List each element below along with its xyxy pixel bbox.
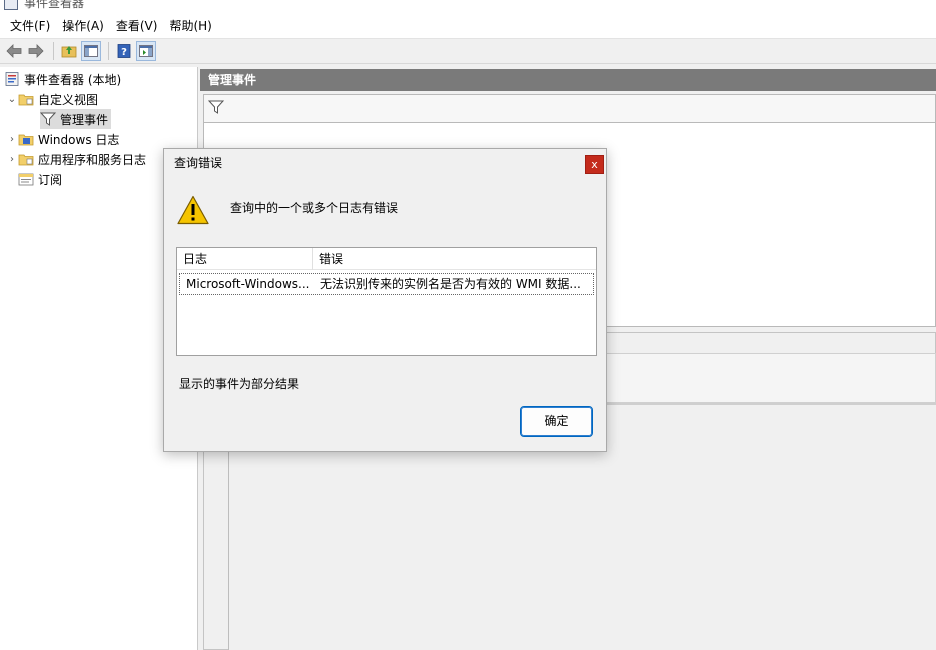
log-folder-icon <box>18 132 34 146</box>
menu-action[interactable]: 操作(A) <box>56 15 110 38</box>
tree-item-label: 订阅 <box>38 172 63 187</box>
toolbar-separator <box>108 42 109 60</box>
warning-icon <box>177 195 209 225</box>
menu-view[interactable]: 查看(V) <box>110 15 164 38</box>
menu-file[interactable]: 文件(F) <box>4 15 56 38</box>
table-cell-error: 无法识别传来的实例名是否为有效的 WMI 数据... <box>320 277 581 291</box>
title-bar: 事件查看器 <box>0 0 936 15</box>
query-error-dialog: 查询错误 x 查询中的一个或多个日志有错误 日志 错误 Microsoft-Wi… <box>163 148 607 452</box>
tree-item-label: 管理事件 <box>60 112 109 127</box>
close-button[interactable]: x <box>585 155 604 174</box>
forward-arrow-icon[interactable] <box>26 41 46 61</box>
menu-bar: 文件(F) 操作(A) 查看(V) 帮助(H) <box>0 15 936 38</box>
folder-icon <box>18 152 34 166</box>
tree-item-custom-views[interactable]: ⌄ 自定义视图 <box>6 89 98 109</box>
subscription-icon <box>18 172 34 186</box>
svg-text:?: ? <box>121 47 127 58</box>
table-cell-log: Microsoft-Windows... <box>186 277 310 291</box>
tree-item-admin-events[interactable]: 管理事件 <box>40 109 112 129</box>
folder-icon <box>18 92 34 106</box>
filter-bar <box>203 94 936 122</box>
toolbar-separator <box>53 42 54 60</box>
folder-up-icon[interactable] <box>59 41 79 61</box>
window-title: 事件查看器 <box>24 0 85 10</box>
tree-item-windows-logs[interactable]: › Windows 日志 <box>6 129 119 149</box>
action-pane-icon[interactable] <box>136 41 156 61</box>
chevron-right-icon[interactable]: › <box>6 154 18 165</box>
help-icon[interactable]: ? <box>114 41 134 61</box>
show-hide-tree-icon[interactable] <box>81 41 101 61</box>
tree-item-label: 自定义视图 <box>38 92 99 107</box>
tree-item-root[interactable]: 事件查看器 (本地) <box>4 69 121 89</box>
dialog-message: 查询中的一个或多个日志有错误 <box>230 201 399 215</box>
error-table: 日志 错误 Microsoft-Windows... 无法识别传来的实例名是否为… <box>176 247 597 356</box>
toolbar: ? <box>0 38 936 64</box>
chevron-down-icon[interactable]: ⌄ <box>6 94 18 105</box>
partial-results-note: 显示的事件为部分结果 <box>179 377 300 391</box>
back-arrow-icon[interactable] <box>4 41 24 61</box>
table-row[interactable]: Microsoft-Windows... 无法识别传来的实例名是否为有效的 WM… <box>179 273 594 295</box>
tree-item-label: Windows 日志 <box>38 132 120 147</box>
pane-header-title: 管理事件 <box>200 69 936 91</box>
error-table-header: 日志 错误 <box>177 248 596 270</box>
event-viewer-icon <box>4 72 20 86</box>
menu-help[interactable]: 帮助(H) <box>163 15 217 38</box>
tree-item-apps-services-logs[interactable]: › 应用程序和服务日志 <box>6 149 146 169</box>
tree-item-label: 事件查看器 (本地) <box>24 72 122 87</box>
column-header-log[interactable]: 日志 <box>177 248 312 270</box>
event-viewer-app-icon <box>4 0 18 10</box>
dialog-title: 查询错误 <box>174 156 223 170</box>
filter-icon[interactable] <box>207 100 225 117</box>
tree-item-label: 应用程序和服务日志 <box>38 152 147 167</box>
filter-icon <box>40 112 56 126</box>
column-header-error[interactable]: 错误 <box>313 248 596 270</box>
tree-item-subscriptions[interactable]: 订阅 <box>18 169 62 189</box>
chevron-right-icon[interactable]: › <box>6 134 18 145</box>
ok-button[interactable]: 确定 <box>520 406 593 437</box>
dialog-body: 查询中的一个或多个日志有错误 日志 错误 Microsoft-Windows..… <box>164 179 606 451</box>
